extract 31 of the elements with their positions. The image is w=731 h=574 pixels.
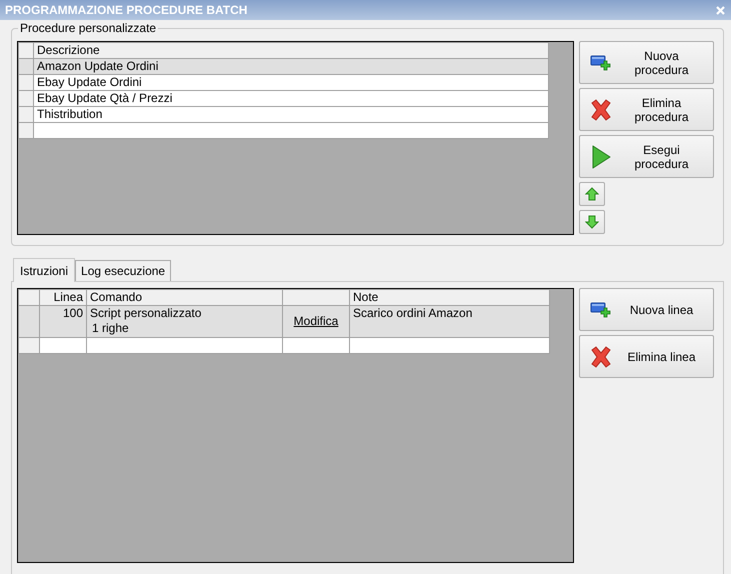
delete-button[interactable]: Elimina linea: [579, 335, 714, 378]
table-cell: Script personalizzato: [90, 306, 202, 321]
delete-icon: [589, 344, 613, 368]
add-window-icon: [590, 54, 612, 72]
new-button[interactable]: Nuova procedura: [579, 41, 714, 84]
window-title: PROGRAMMAZIONE PROCEDURE BATCH: [5, 3, 248, 17]
tab[interactable]: Istruzioni: [13, 258, 76, 282]
delete-icon: [589, 98, 613, 122]
procedure-row[interactable]: Ebay Update Ordini: [34, 74, 548, 90]
tab[interactable]: Log esecuzione: [75, 260, 172, 281]
table-cell: 100: [40, 306, 86, 338]
close-icon[interactable]: [716, 6, 725, 14]
group-legend: Procedure personalizzate: [18, 21, 158, 35]
move-up-button[interactable]: [579, 182, 605, 206]
new-button[interactable]: Nuova linea: [579, 288, 714, 331]
add-window-icon: [590, 300, 612, 318]
table-cell: Scarico ordini Amazon: [350, 306, 550, 338]
down-arrow-icon: [585, 215, 599, 229]
procedure-row[interactable]: Ebay Update Qtà / Prezzi: [34, 90, 548, 106]
play-icon: [590, 144, 612, 170]
column-header: Descrizione: [34, 42, 548, 58]
column-header: Note: [350, 290, 550, 306]
table-cell-text: 1 righe: [91, 321, 129, 336]
up-arrow-icon: [585, 187, 599, 201]
move-down-button[interactable]: [579, 210, 605, 234]
procedure-row[interactable]: Amazon Update Ordini: [34, 58, 548, 74]
procedure-row[interactable]: Thistribution: [34, 106, 548, 122]
column-header: Linea: [40, 290, 86, 306]
delete-button[interactable]: Elimina procedura: [579, 88, 714, 131]
run-button[interactable]: Esegui procedura: [579, 135, 714, 178]
column-header: Comando: [86, 290, 282, 306]
